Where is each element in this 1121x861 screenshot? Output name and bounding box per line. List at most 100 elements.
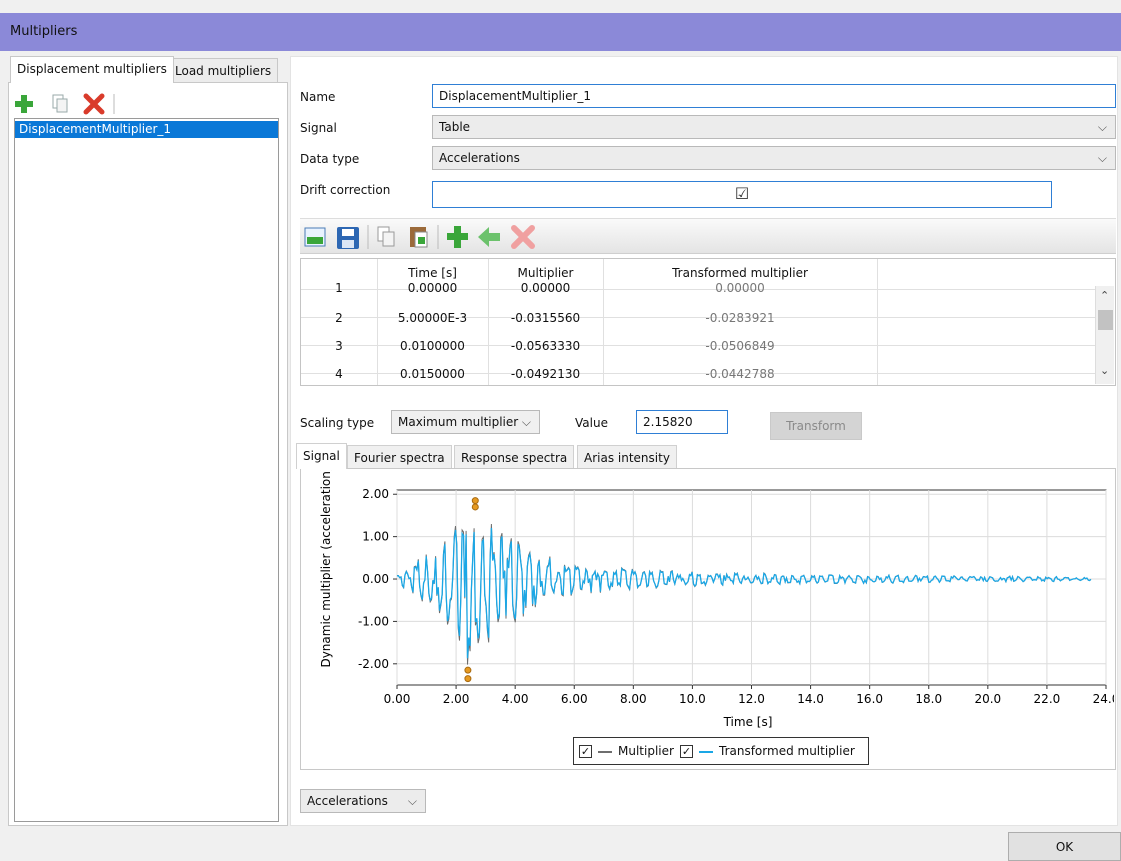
- x-tick-label: 16.0: [856, 692, 883, 706]
- multiplier-cell[interactable]: -0.0315560: [488, 311, 603, 325]
- row-number: 4: [335, 367, 343, 381]
- transformed-cell: -0.0283921: [705, 311, 775, 325]
- scaling-type-select[interactable]: Maximum multiplier ⌵: [391, 410, 540, 434]
- list-item-displacement-multiplier[interactable]: DisplacementMultiplier_1: [15, 121, 278, 138]
- signal-select[interactable]: Table ⌵: [432, 115, 1116, 139]
- time-cell[interactable]: 0.00000: [377, 281, 488, 295]
- multiplier-cell[interactable]: -0.0563330: [488, 339, 603, 353]
- scroll-up-icon[interactable]: ⌃: [1100, 289, 1109, 302]
- x-tick-label: 2.00: [443, 692, 470, 706]
- multiplier-table[interactable]: Time [s] Multiplier Transformed multipli…: [300, 258, 1116, 386]
- drift-correction-checkbox[interactable]: ☑: [735, 184, 749, 203]
- datatype-select[interactable]: Accelerations ⌵: [432, 146, 1116, 170]
- transformed-cell: -0.0506849: [705, 339, 775, 353]
- tab-signal[interactable]: Signal: [296, 443, 347, 469]
- row-number: 3: [335, 339, 343, 353]
- peak-marker[interactable]: [464, 675, 472, 683]
- peak-marker[interactable]: [464, 666, 472, 674]
- copy-icon[interactable]: [52, 94, 68, 113]
- chevron-down-icon: ⌵: [521, 415, 531, 429]
- delete-row-icon[interactable]: [511, 225, 535, 249]
- chart-legend: ✓ Multiplier ✓ Transformed multiplier: [573, 737, 869, 765]
- multiplier-legend-checkbox[interactable]: ✓: [579, 745, 592, 758]
- tab-load-multipliers[interactable]: Load multipliers: [168, 58, 279, 83]
- column-header-multiplier[interactable]: Multiplier: [488, 266, 603, 280]
- x-tick-label: 24.0: [1093, 692, 1114, 706]
- time-cell[interactable]: 0.0150000: [377, 367, 488, 381]
- transformed-legend-checkbox[interactable]: ✓: [680, 745, 693, 758]
- table-toolbar-icons: [304, 225, 535, 249]
- left-toolbar: [14, 92, 134, 116]
- name-input[interactable]: DisplacementMultiplier_1: [432, 84, 1116, 108]
- tab-label: Fourier spectra: [354, 451, 445, 465]
- bottom-select-value: Accelerations: [307, 794, 388, 808]
- row-number: 1: [335, 281, 343, 295]
- x-tick-label: 0.00: [384, 692, 411, 706]
- column-header-transformed[interactable]: Transformed multiplier: [603, 266, 877, 280]
- name-label: Name: [300, 90, 336, 104]
- transformed-cell: 0.00000: [715, 281, 765, 295]
- save-icon[interactable]: [337, 227, 359, 249]
- insert-row-icon[interactable]: [478, 227, 500, 247]
- time-cell[interactable]: 0.0100000: [377, 339, 488, 353]
- scaling-type-value: Maximum multiplier: [398, 415, 519, 429]
- chevron-down-icon: ⌵: [1097, 151, 1107, 165]
- copy-icon[interactable]: [377, 226, 395, 247]
- multiplier-legend-label: Multiplier: [618, 744, 674, 758]
- time-cell[interactable]: 5.00000E-3: [377, 311, 488, 325]
- y-tick-label: 0.00: [362, 572, 389, 586]
- delete-icon[interactable]: [83, 93, 105, 115]
- ok-button[interactable]: OK: [1008, 832, 1121, 861]
- x-tick-label: 14.0: [797, 692, 824, 706]
- title-bar: Multipliers: [0, 13, 1121, 51]
- paste-icon[interactable]: [410, 227, 428, 248]
- tab-fourier-spectra[interactable]: Fourier spectra: [347, 445, 452, 469]
- scroll-thumb[interactable]: [1098, 310, 1113, 330]
- signal-chart[interactable]: 0.00 2.00 4.00 6.00 8.00 10.0 12.0 14.0 16.0 18.0…: [300, 470, 1114, 730]
- scaling-value-input[interactable]: 2.15820: [636, 410, 728, 434]
- tab-label: Signal: [303, 449, 340, 463]
- multiplier-list[interactable]: [14, 118, 279, 822]
- column-header-time[interactable]: Time [s]: [377, 266, 488, 280]
- bottom-datatype-select[interactable]: Accelerations ⌵: [300, 789, 426, 813]
- y-tick-label: -2.00: [358, 657, 389, 671]
- transformed-legend-label: Transformed multiplier: [719, 744, 855, 758]
- datatype-label: Data type: [300, 152, 360, 166]
- x-tick-label: 6.00: [561, 692, 588, 706]
- transform-button[interactable]: Transform: [770, 412, 862, 440]
- add-icon[interactable]: [15, 95, 33, 113]
- import-icon[interactable]: [304, 227, 326, 247]
- signal-label: Signal: [300, 121, 337, 135]
- y-tick-label: 1.00: [362, 530, 389, 544]
- multiplier-cell[interactable]: 0.00000: [488, 281, 603, 295]
- multiplier-cell[interactable]: -0.0492130: [488, 367, 603, 381]
- x-axis-label: Time [s]: [723, 715, 773, 729]
- tab-arias-intensity[interactable]: Arias intensity: [577, 445, 677, 469]
- x-tick-label: 20.0: [974, 692, 1001, 706]
- tab-label: Response spectra: [461, 451, 568, 465]
- tab-label: Displacement multipliers: [17, 62, 167, 76]
- x-tick-label: 22.0: [1034, 692, 1061, 706]
- x-tick-label: 12.0: [738, 692, 765, 706]
- table-toolbar: [300, 218, 1116, 254]
- drift-correction-label: Drift correction: [300, 183, 391, 197]
- transformed-legend-swatch: [699, 751, 713, 753]
- peak-marker[interactable]: [471, 503, 479, 511]
- x-tick-label: 18.0: [915, 692, 942, 706]
- tab-response-spectra[interactable]: Response spectra: [454, 445, 575, 469]
- row-number: 2: [335, 311, 343, 325]
- y-tick-label: 2.00: [362, 487, 389, 501]
- x-tick-label: 4.00: [502, 692, 529, 706]
- tab-displacement-multipliers[interactable]: Displacement multipliers: [10, 56, 174, 83]
- y-tick-label: -1.00: [358, 614, 389, 628]
- peak-marker[interactable]: [471, 497, 479, 505]
- chevron-down-icon: ⌵: [1097, 120, 1107, 134]
- table-scrollbar[interactable]: ⌃ ⌄: [1095, 286, 1114, 384]
- add-row-icon[interactable]: [447, 226, 468, 248]
- chevron-down-icon: ⌵: [407, 794, 417, 808]
- x-tick-label: 8.00: [620, 692, 647, 706]
- scroll-down-icon[interactable]: ⌄: [1100, 364, 1109, 377]
- tab-label: Arias intensity: [584, 451, 670, 465]
- datatype-select-value: Accelerations: [439, 151, 520, 165]
- drift-correction-field[interactable]: ☑: [432, 181, 1052, 208]
